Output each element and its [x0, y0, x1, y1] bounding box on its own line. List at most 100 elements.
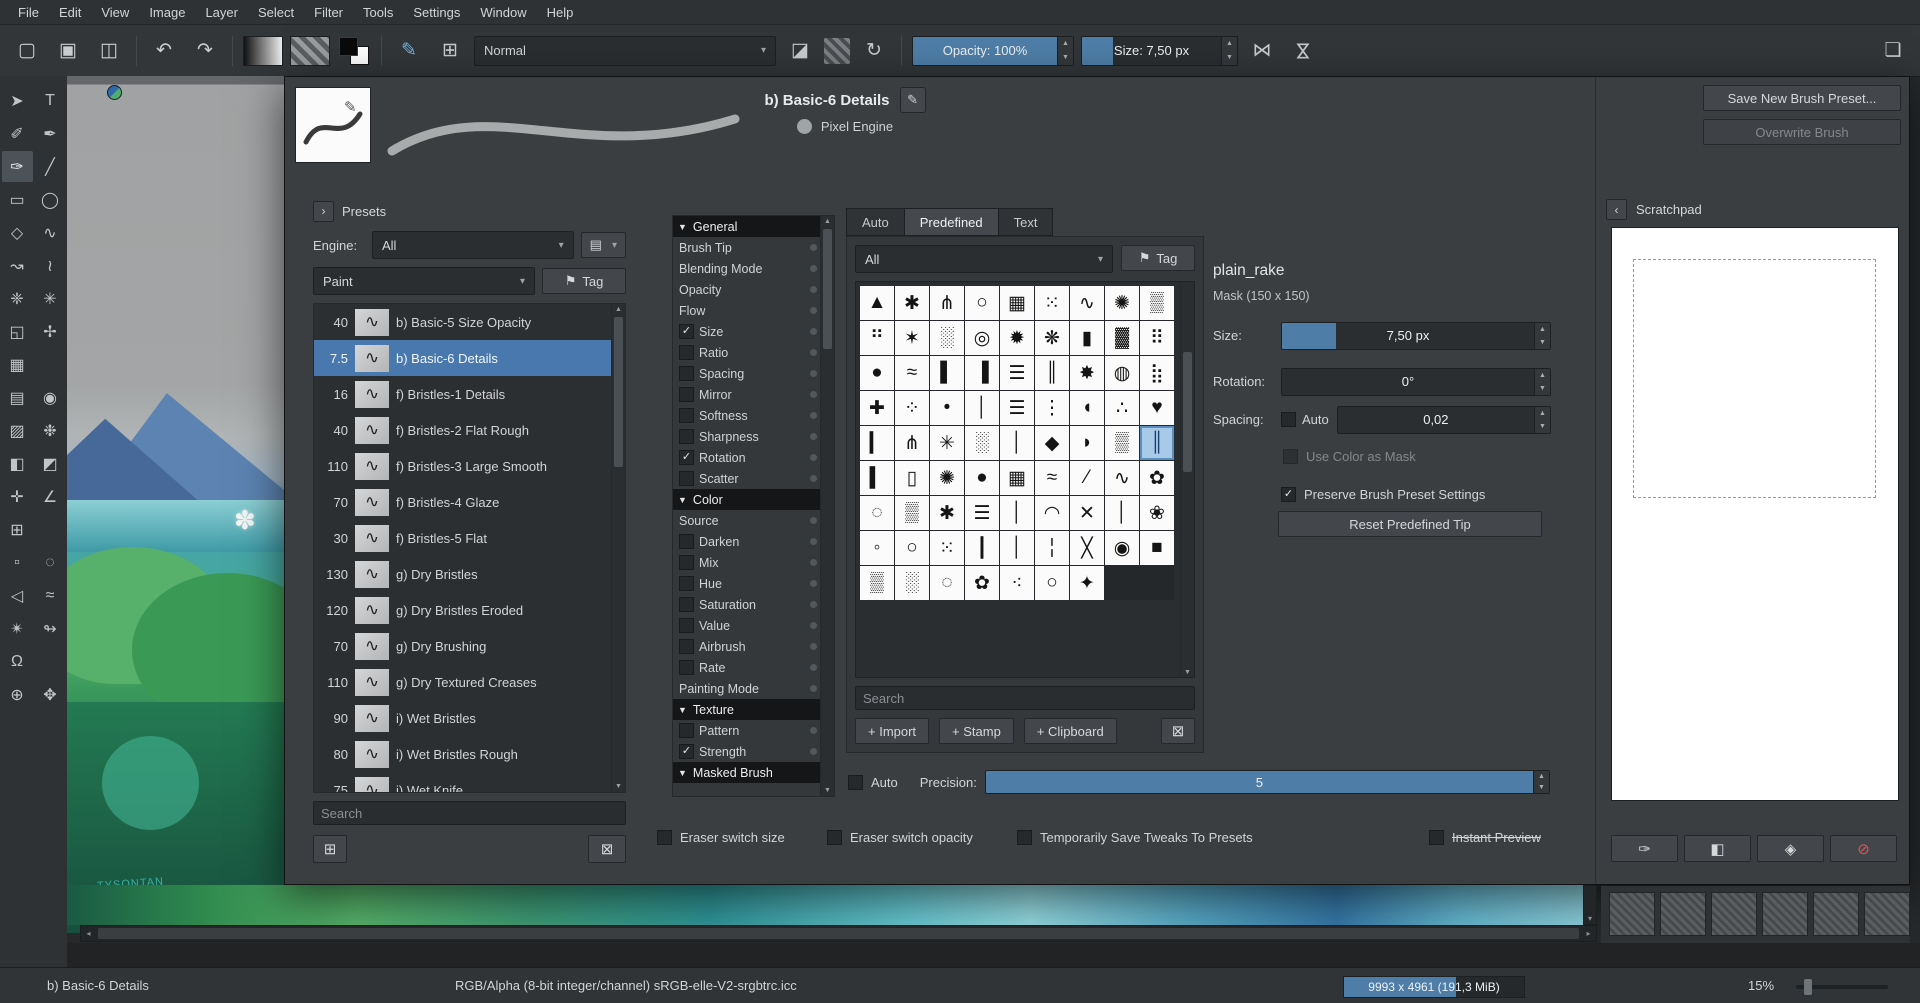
option-checkbox[interactable] — [679, 639, 694, 654]
reload-preset-icon[interactable]: ↻ — [857, 34, 891, 68]
preset-item[interactable]: 110∿f) Bristles-3 Large Smooth — [314, 448, 611, 484]
option-opacity[interactable]: Opacity — [673, 279, 820, 300]
options-scrollbar[interactable]: ▲ ▼ — [820, 216, 834, 796]
preset-item[interactable]: 30∿f) Bristles-5 Flat — [314, 520, 611, 556]
presets-expander-icon[interactable]: › — [313, 201, 334, 222]
pattern-swatch[interactable] — [290, 36, 330, 66]
option-checkbox[interactable]: ✓ — [679, 450, 694, 465]
brush-tip-cell[interactable]: ⠿ — [1140, 321, 1174, 355]
tool-measure[interactable]: ∠ — [35, 481, 66, 512]
brush-tip-cell[interactable]: ◌ — [930, 566, 964, 600]
size-spinner[interactable]: ▲▼ — [1221, 37, 1237, 65]
save-icon[interactable]: ◫ — [92, 34, 126, 68]
brush-tip-cell[interactable]: ● — [860, 356, 894, 390]
preset-item[interactable]: 90∿i) Wet Bristles — [314, 700, 611, 736]
preset-item[interactable]: 80∿i) Wet Bristles Rough — [314, 736, 611, 772]
lock-icon[interactable] — [810, 475, 817, 482]
brush-tip-cell[interactable]: ▦ — [1000, 461, 1034, 495]
brush-tip-cell[interactable]: ░ — [895, 566, 929, 600]
brush-tip-cell[interactable]: ≈ — [1035, 461, 1069, 495]
tool-polyline[interactable]: ∿ — [35, 217, 66, 248]
preset-item[interactable]: 110∿g) Dry Textured Creases — [314, 664, 611, 700]
brush-tip-cell[interactable]: ╳ — [1070, 531, 1104, 565]
clipboard-tip-button[interactable]: + Clipboard — [1024, 718, 1117, 744]
use-color-as-mask-checkbox[interactable] — [1283, 449, 1298, 464]
save-new-brush-preset-button[interactable]: Save New Brush Preset... — [1703, 85, 1901, 111]
preset-search-input[interactable] — [313, 801, 626, 825]
brush-tip-cell[interactable]: ⁙ — [1035, 286, 1069, 320]
brush-tip-cell[interactable]: ▮ — [1070, 321, 1104, 355]
preserve-alpha-icon[interactable] — [824, 38, 850, 64]
brush-tip-cell[interactable]: ∴ — [1105, 391, 1139, 425]
brush-tip-cell[interactable]: ∿ — [1070, 286, 1104, 320]
brush-tip-cell[interactable]: ◠ — [1035, 496, 1069, 530]
option-scatter[interactable]: Scatter — [673, 468, 820, 489]
option-checkbox[interactable] — [679, 534, 694, 549]
new-document-icon[interactable]: ▢ — [10, 34, 44, 68]
brush-tip-cell[interactable]: ■ — [1140, 531, 1174, 565]
brush-tip-cell[interactable]: ▦ — [1000, 286, 1034, 320]
brush-tip-cell[interactable]: ✱ — [930, 496, 964, 530]
preset-view-mode-button[interactable]: ▤ ▾ — [581, 232, 626, 258]
brush-tip-cell[interactable]: ⁖ — [1000, 566, 1034, 600]
option-checkbox[interactable] — [679, 429, 694, 444]
tool-text[interactable]: T — [35, 85, 66, 116]
option-rate[interactable]: Rate — [673, 657, 820, 678]
option-checkbox[interactable] — [679, 471, 694, 486]
spacing-auto-checkbox[interactable] — [1281, 412, 1296, 427]
tool-pattern-edit[interactable]: ▨ — [2, 415, 33, 446]
tip-rotation-spinner[interactable]: ▲▼ — [1534, 369, 1550, 395]
brush-tip-cell[interactable]: ✚ — [860, 391, 894, 425]
option-mirror[interactable]: Mirror — [673, 384, 820, 405]
brush-editor-icon[interactable]: ✎ — [392, 34, 426, 68]
eraser-switch-opacity-checkbox[interactable] — [827, 830, 842, 845]
lock-icon[interactable] — [810, 517, 817, 524]
lock-icon[interactable] — [810, 685, 817, 692]
undo-icon[interactable]: ↶ — [147, 34, 181, 68]
tool-select-shapes[interactable]: ➤ — [2, 85, 33, 116]
menu-file[interactable]: File — [8, 2, 49, 23]
lock-icon[interactable] — [810, 307, 817, 314]
precision-spinner[interactable]: ▲▼ — [1533, 771, 1549, 793]
brush-tip-cell[interactable]: ◍ — [1105, 356, 1139, 390]
workspace-chooser-icon[interactable]: ❏ — [1876, 34, 1910, 68]
option-section-color[interactable]: ▼Color — [673, 489, 820, 510]
docker-preset-thumbnail[interactable] — [1762, 892, 1808, 936]
overwrite-brush-button[interactable]: Overwrite Brush — [1703, 119, 1901, 145]
brush-tip-cell[interactable]: ▒ — [860, 566, 894, 600]
tip-grid-scrollbar[interactable]: ▼ — [1180, 282, 1194, 677]
tool-enclose-fill[interactable]: ◩ — [35, 448, 66, 479]
scratchpad-fill-icon[interactable]: ◈ — [1757, 835, 1824, 862]
brush-tip-cell[interactable]: ✺ — [1105, 286, 1139, 320]
option-checkbox[interactable] — [679, 618, 694, 633]
brush-presets-icon[interactable]: ⊞ — [433, 34, 467, 68]
option-softness[interactable]: Softness — [673, 405, 820, 426]
menu-window[interactable]: Window — [470, 2, 536, 23]
option-size[interactable]: ✓Size — [673, 321, 820, 342]
option-painting-mode[interactable]: Painting Mode — [673, 678, 820, 699]
brush-tip-cell[interactable]: │ — [1000, 531, 1034, 565]
option-airbrush[interactable]: Airbrush — [673, 636, 820, 657]
brush-tip-cell[interactable]: ♥ — [1140, 391, 1174, 425]
tool-polygon[interactable]: ◇ — [2, 217, 33, 248]
tool-poly-select[interactable]: ◁ — [2, 580, 33, 611]
tool-edit-shapes[interactable]: ✐ — [2, 118, 33, 149]
preset-item[interactable]: 40∿b) Basic-5 Size Opacity — [314, 304, 611, 340]
tool-transform[interactable]: ◱ — [2, 316, 33, 347]
brush-tip-cell[interactable]: ✳ — [930, 426, 964, 460]
brush-tip-cell[interactable]: ▐ — [965, 356, 999, 390]
docker-preset-thumbnail[interactable] — [1609, 892, 1655, 936]
brush-tip-cell[interactable]: ○ — [965, 286, 999, 320]
option-section-texture[interactable]: ▼Texture — [673, 699, 820, 720]
brush-tip-cell[interactable]: ⠛ — [860, 321, 894, 355]
option-saturation[interactable]: Saturation — [673, 594, 820, 615]
canvas-viewport[interactable]: ✽ TYSONTAN — [67, 76, 284, 933]
menu-view[interactable]: View — [91, 2, 139, 23]
tool-freehand-brush[interactable]: ✑ — [2, 151, 33, 182]
brush-tip-cell[interactable]: ║ — [1035, 356, 1069, 390]
lock-icon[interactable] — [810, 349, 817, 356]
brush-tip-cell[interactable]: ▒ — [1105, 426, 1139, 460]
docker-preset-thumbnail[interactable] — [1660, 892, 1706, 936]
brush-tip-cell[interactable]: ✿ — [1140, 461, 1174, 495]
brush-tip-cell[interactable]: ⋔ — [895, 426, 929, 460]
